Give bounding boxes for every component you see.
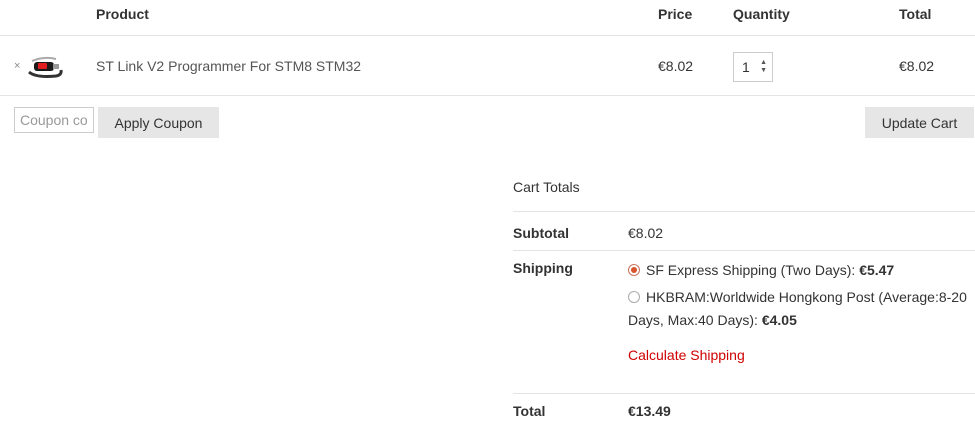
- header-product: Product: [96, 6, 149, 22]
- coupon-code-input[interactable]: [14, 107, 94, 133]
- quantity-stepper[interactable]: 1 ▲ ▼: [733, 52, 773, 82]
- quantity-value[interactable]: 1: [742, 59, 750, 75]
- subtotal-value: €8.02: [628, 225, 664, 241]
- cart-table-header: Product Price Quantity Total: [0, 0, 975, 36]
- product-name-link[interactable]: ST Link V2 Programmer For STM8 STM32: [96, 58, 361, 74]
- header-quantity: Quantity: [733, 6, 790, 22]
- cart-item-row: × ST Link V2 Programmer For STM8 STM32 €…: [0, 36, 975, 96]
- header-total: Total: [899, 6, 932, 22]
- product-thumbnail[interactable]: [26, 52, 64, 82]
- shipping-option-label[interactable]: HKBRAM:Worldwide Hongkong Post (Average:…: [628, 289, 967, 328]
- shipping-option-price: €5.47: [859, 262, 895, 278]
- cart-totals-title: Cart Totals: [513, 179, 580, 195]
- shipping-option-sf-express[interactable]: SF Express Shipping (Two Days): €5.47: [628, 259, 974, 282]
- divider: [513, 211, 975, 212]
- apply-coupon-button[interactable]: Apply Coupon: [98, 107, 219, 138]
- divider: [513, 393, 975, 394]
- shipping-option-label[interactable]: SF Express Shipping (Two Days):: [646, 262, 859, 278]
- update-cart-button[interactable]: Update Cart: [865, 107, 974, 138]
- shipping-option-hongkong-post[interactable]: HKBRAM:Worldwide Hongkong Post (Average:…: [628, 286, 974, 332]
- divider: [513, 250, 975, 251]
- spinner-arrows-icon[interactable]: ▲ ▼: [760, 59, 767, 75]
- item-total: €8.02: [899, 58, 935, 74]
- radio-unselected-icon[interactable]: [628, 291, 640, 303]
- remove-item-icon[interactable]: ×: [14, 60, 20, 72]
- total-value: €13.49: [628, 403, 671, 419]
- shipping-label: Shipping: [513, 260, 573, 276]
- subtotal-label: Subtotal: [513, 225, 569, 241]
- header-price: Price: [658, 6, 693, 22]
- calculate-shipping-link[interactable]: Calculate Shipping: [628, 347, 745, 363]
- shipping-option-price: €4.05: [761, 312, 797, 328]
- item-price: €8.02: [658, 58, 694, 74]
- radio-selected-icon[interactable]: [628, 264, 640, 276]
- total-label: Total: [513, 403, 546, 419]
